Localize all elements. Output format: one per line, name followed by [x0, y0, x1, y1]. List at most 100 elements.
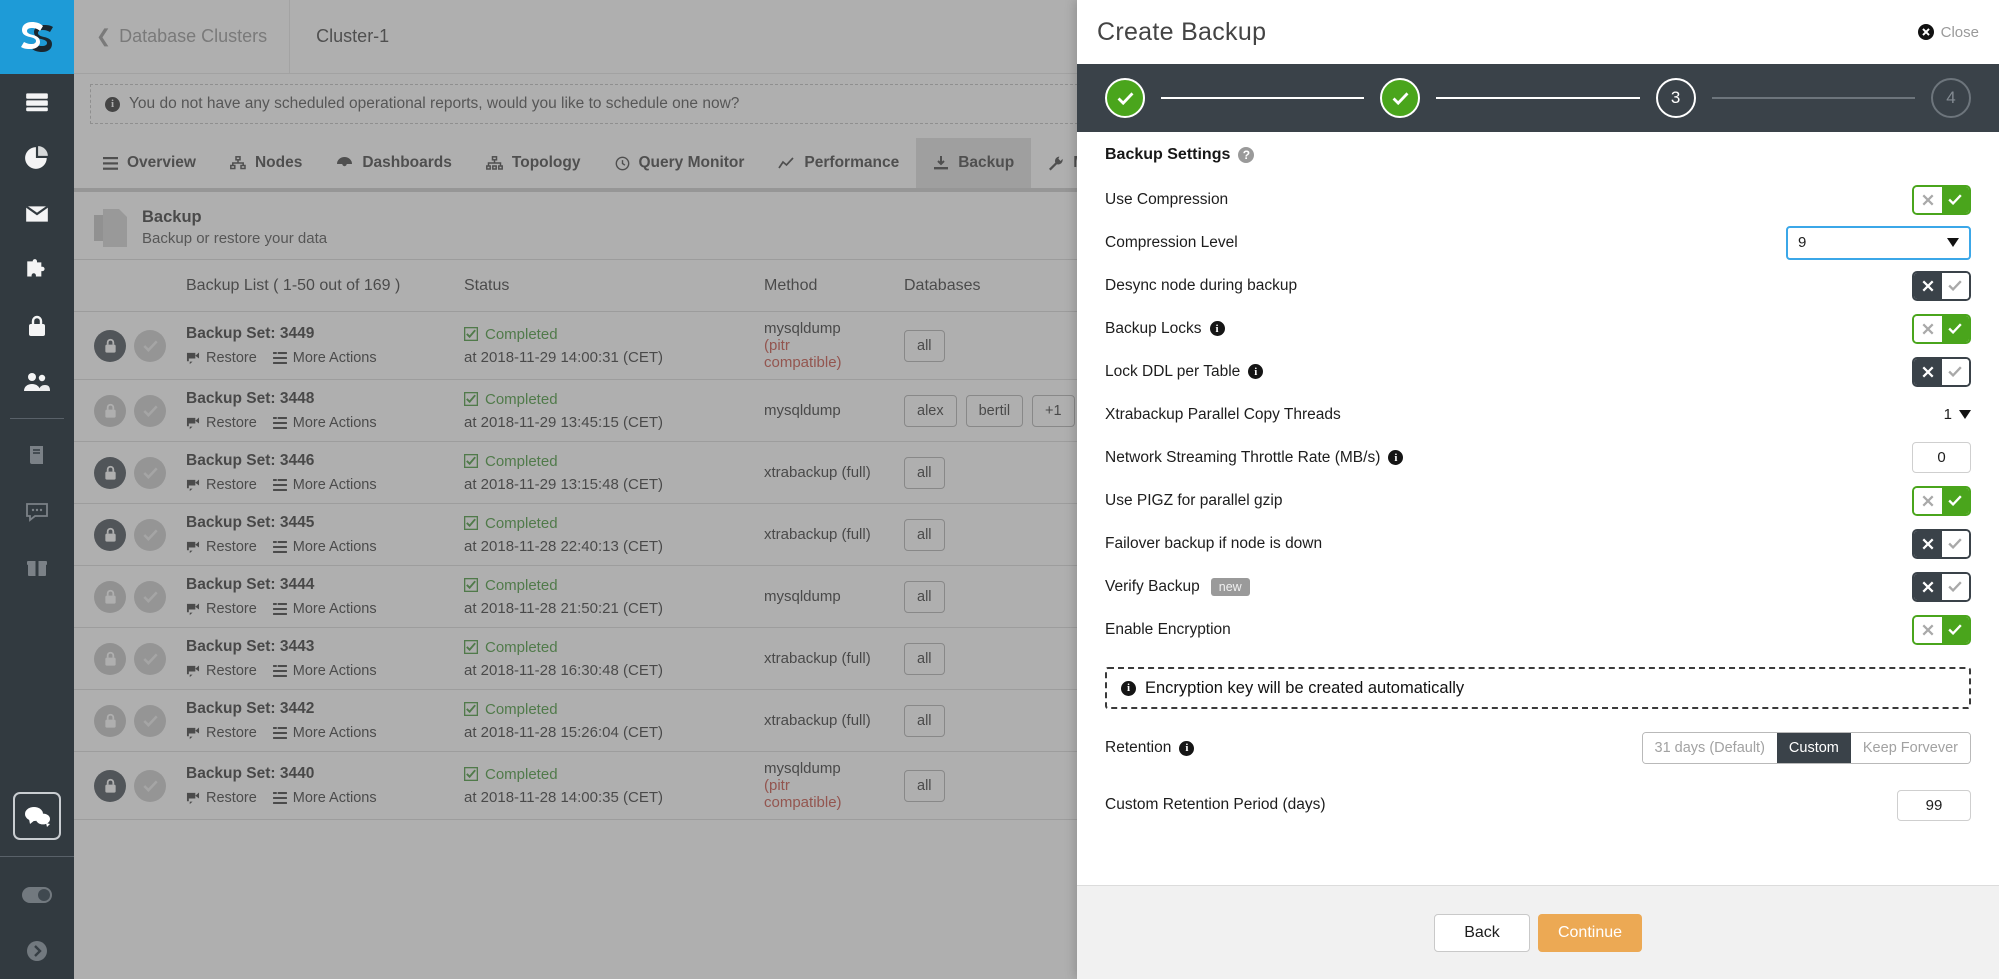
toggle-enable-encryption[interactable]: [1912, 614, 1971, 645]
row-checkbox[interactable]: [134, 769, 166, 802]
lock-icon[interactable]: [94, 704, 126, 737]
lock-icon[interactable]: [94, 642, 126, 675]
row-checkbox[interactable]: [134, 456, 166, 489]
row-checkbox[interactable]: [134, 329, 166, 362]
check-icon[interactable]: [1941, 272, 1969, 299]
restore-action[interactable]: Restore: [186, 477, 257, 493]
custom-retention-input[interactable]: 99: [1897, 789, 1971, 821]
lock-icon[interactable]: [94, 329, 126, 362]
restore-action[interactable]: Restore: [186, 601, 257, 617]
more-actions-action[interactable]: More Actions: [272, 725, 377, 741]
restore-action[interactable]: Restore: [186, 539, 257, 555]
sidebar-item-feedback[interactable]: [0, 483, 74, 539]
database-chip[interactable]: all: [904, 456, 945, 489]
check-icon[interactable]: [1941, 315, 1969, 342]
database-chip[interactable]: alex: [904, 394, 957, 427]
sidebar-item-servers[interactable]: [0, 74, 74, 130]
row-checkbox[interactable]: [134, 580, 166, 613]
lock-icon[interactable]: [94, 580, 126, 613]
sidebar-item-security[interactable]: [0, 298, 74, 354]
database-chip[interactable]: +1: [1032, 394, 1075, 427]
x-icon[interactable]: [1914, 573, 1942, 600]
x-icon[interactable]: [1914, 272, 1942, 299]
row-checkbox[interactable]: [134, 704, 166, 737]
tab-overview[interactable]: Overview: [86, 138, 213, 188]
step-3[interactable]: 3: [1655, 78, 1696, 118]
toggle-lock-ddl-per-table[interactable]: [1912, 356, 1971, 387]
toggle-use-pigz-for-parallel-gzip[interactable]: [1912, 485, 1971, 516]
sidebar-item-users[interactable]: [0, 354, 74, 410]
database-chip[interactable]: all: [904, 518, 945, 551]
select-xtrabackup-parallel-copy-threads[interactable]: 1: [1923, 400, 1971, 430]
info-icon[interactable]: i: [1179, 740, 1195, 756]
lock-icon[interactable]: [94, 769, 126, 802]
tab-nodes[interactable]: Nodes: [213, 138, 319, 188]
row-checkbox[interactable]: [134, 642, 166, 675]
toggle-failover-backup-if-node-is-down[interactable]: [1912, 528, 1971, 559]
toggle-backup-locks[interactable]: [1912, 313, 1971, 344]
database-chip[interactable]: all: [904, 642, 945, 675]
sidebar-item-reports[interactable]: [0, 130, 74, 186]
step-1[interactable]: [1105, 78, 1145, 118]
back-button[interactable]: Back: [1434, 913, 1530, 952]
restore-action[interactable]: Restore: [186, 790, 257, 806]
restore-action[interactable]: Restore: [186, 663, 257, 679]
expand-rail-button[interactable]: [0, 923, 74, 979]
check-icon[interactable]: [1941, 573, 1969, 600]
sidebar-item-integrations[interactable]: [0, 242, 74, 298]
check-icon[interactable]: [1941, 186, 1969, 213]
theme-toggle[interactable]: [0, 867, 74, 923]
restore-action[interactable]: Restore: [186, 350, 257, 366]
row-checkbox[interactable]: [134, 518, 166, 551]
sidebar-item-mail[interactable]: [0, 186, 74, 242]
restore-action[interactable]: Restore: [186, 725, 257, 741]
retention-option-custom[interactable]: Custom: [1776, 733, 1851, 763]
sidebar-item-docs[interactable]: [0, 427, 74, 483]
more-actions-action[interactable]: More Actions: [272, 415, 377, 431]
info-icon[interactable]: i: [1248, 364, 1264, 379]
tab-backup[interactable]: Backup: [916, 138, 1032, 188]
step-4[interactable]: 4: [1930, 78, 1971, 118]
tab-dashboards[interactable]: Dashboards: [319, 138, 469, 188]
select-compression-level[interactable]: 9: [1786, 225, 1971, 260]
toggle-desync-node-during-backup[interactable]: [1912, 270, 1971, 301]
support-chat-button[interactable]: [13, 792, 61, 840]
check-icon[interactable]: [1941, 616, 1969, 643]
more-actions-action[interactable]: More Actions: [272, 539, 377, 555]
database-chip[interactable]: bertil: [965, 394, 1024, 427]
check-icon[interactable]: [1941, 487, 1969, 514]
x-icon[interactable]: [1914, 186, 1942, 213]
x-icon[interactable]: [1914, 358, 1942, 385]
check-icon[interactable]: [1941, 530, 1969, 557]
continue-button[interactable]: Continue: [1538, 913, 1642, 952]
lock-icon[interactable]: [94, 456, 126, 489]
tab-performance[interactable]: Performance: [761, 138, 916, 188]
check-icon[interactable]: [1941, 358, 1969, 385]
info-icon[interactable]: i: [1209, 321, 1225, 336]
tab-query-monitor[interactable]: Query Monitor: [598, 138, 762, 188]
more-actions-action[interactable]: More Actions: [272, 350, 377, 366]
database-chip[interactable]: all: [904, 580, 945, 613]
lock-icon[interactable]: [94, 518, 126, 551]
more-actions-action[interactable]: More Actions: [272, 477, 377, 493]
step-2[interactable]: [1380, 78, 1421, 118]
restore-action[interactable]: Restore: [186, 415, 257, 431]
database-chip[interactable]: all: [904, 704, 945, 737]
x-icon[interactable]: [1914, 315, 1942, 342]
database-chip[interactable]: all: [904, 769, 945, 802]
tab-topology[interactable]: Topology: [469, 138, 598, 188]
more-actions-action[interactable]: More Actions: [272, 790, 377, 806]
close-button[interactable]: Close: [1917, 24, 1979, 41]
x-icon[interactable]: [1914, 530, 1942, 557]
info-icon[interactable]: i: [1388, 450, 1404, 465]
database-chip[interactable]: all: [904, 329, 945, 362]
breadcrumb-back-link[interactable]: ❮ Database Clusters: [74, 0, 291, 73]
more-actions-action[interactable]: More Actions: [272, 601, 377, 617]
toggle-use-compression[interactable]: [1912, 184, 1971, 215]
question-circle-icon[interactable]: ?: [1238, 147, 1255, 163]
retention-option-default[interactable]: 31 days (Default): [1642, 733, 1777, 763]
x-icon[interactable]: [1914, 616, 1942, 643]
input-network-streaming-throttle-rate-mb-s[interactable]: 0: [1912, 442, 1971, 473]
retention-option-forever[interactable]: Keep Forvever: [1850, 733, 1970, 763]
sidebar-item-whats-new[interactable]: [0, 539, 74, 595]
